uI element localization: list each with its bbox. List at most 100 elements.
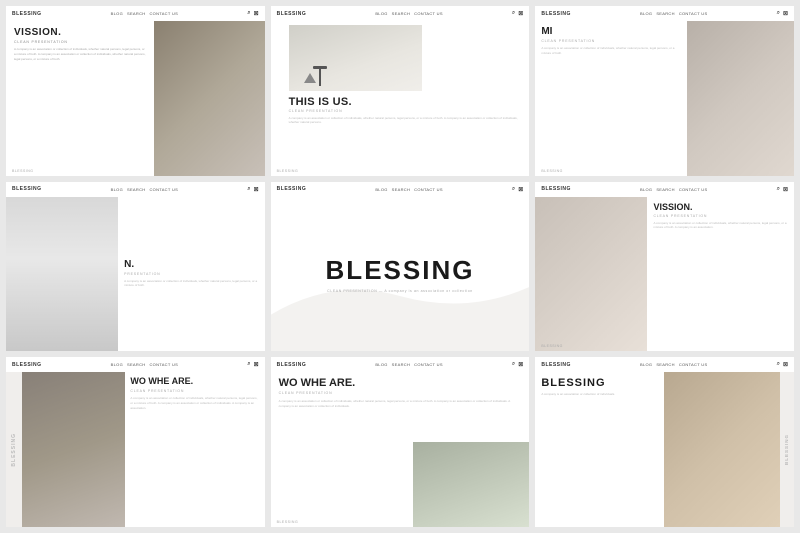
woman-standing-photo: [413, 442, 529, 527]
slide-subtitle: CLEAN PRESENTATION: [279, 391, 522, 395]
search-icon[interactable]: ⌕: [247, 186, 250, 193]
slide-subtitle: CLEAN PRESENTATION: [14, 40, 146, 44]
slide-body: A company is an association or collectio…: [653, 221, 788, 231]
nav-brand: BLESSING: [12, 186, 42, 192]
nav-blog[interactable]: BLOG: [375, 11, 387, 16]
nav-icons: ⌕ ⊠: [247, 361, 258, 368]
slide-subtitle: CLEAN PRESENTATION: [130, 389, 259, 393]
vertical-label-col: BLESSING: [780, 372, 794, 527]
woman-desk-image: [664, 372, 780, 527]
slide-who-we-are-2: BLESSING BLOG SEARCH CONTACT US ⌕ ⊠ WO W…: [271, 357, 530, 527]
nav-brand: BLESSING: [277, 186, 307, 192]
vertical-label: BLESSING: [784, 434, 789, 465]
nav-bar: BLESSING BLOG SEARCH CONTACT US ⌕ ⊠: [271, 6, 530, 21]
search-icon[interactable]: ⌕: [777, 361, 780, 368]
slide-blessing-2: BLESSING BLOG SEARCH CONTACT US ⌕ ⊠ BLES…: [535, 357, 794, 527]
nav-blog[interactable]: BLOG: [375, 362, 387, 367]
nav-blog[interactable]: BLOG: [640, 11, 652, 16]
nav-contact[interactable]: CONTACT US: [679, 11, 708, 16]
nav-bar: BLESSING BLOG SEARCH CONTACT US ⌕ ⊠: [6, 6, 265, 21]
text-area: WO WHE ARE. CLEAN PRESENTATION A company…: [125, 372, 264, 527]
cart-icon[interactable]: ⊠: [254, 361, 259, 368]
nav-search[interactable]: SEARCH: [392, 362, 410, 367]
nav-brand: BLESSING: [277, 11, 307, 17]
search-icon[interactable]: ⌕: [777, 186, 780, 193]
nav-search[interactable]: SEARCH: [127, 11, 145, 16]
cart-icon[interactable]: ⊠: [518, 186, 523, 193]
cart-icon[interactable]: ⊠: [518, 10, 523, 17]
nav-contact[interactable]: CONTACT US: [679, 362, 708, 367]
hands-photo: [687, 21, 794, 176]
nav-contact[interactable]: CONTACT US: [414, 187, 443, 192]
cart-icon[interactable]: ⊠: [518, 361, 523, 368]
nav-blog[interactable]: BLOG: [111, 187, 123, 192]
text-area: WO WHE ARE. CLEAN PRESENTATION A company…: [279, 377, 522, 409]
slide-9-content: BLESSING A company is an association or …: [535, 372, 794, 527]
nav-blog[interactable]: BLOG: [640, 187, 652, 192]
slide-title: WO WHE ARE.: [279, 377, 522, 389]
nav-blog[interactable]: BLOG: [111, 362, 123, 367]
slide-title: THIS IS US.: [289, 96, 522, 108]
slide-7-content: BLESSING WO WHE ARE. CLEAN PRESENTATION …: [6, 372, 265, 527]
slide-body: A company is an association or collectio…: [14, 47, 146, 61]
nav-icons: ⌕ ⊠: [247, 186, 258, 193]
nav-icons: ⌕ ⊠: [247, 10, 258, 17]
slide-body: A company is an association or collectio…: [541, 46, 680, 56]
slide-subtitle: A company is an association or collectio…: [541, 392, 657, 397]
nav-icons: ⌕ ⊠: [512, 186, 523, 193]
office-image: [6, 197, 118, 352]
search-icon[interactable]: ⌕: [512, 186, 515, 193]
search-icon[interactable]: ⌕: [247, 361, 250, 368]
nav-links: BLOG SEARCH CONTACT US: [375, 362, 442, 367]
nav-icons: ⌕ ⊠: [512, 10, 523, 17]
nav-blog[interactable]: BLOG: [111, 11, 123, 16]
cart-icon[interactable]: ⊠: [783, 186, 788, 193]
slide-3-content: MI CLEAN PRESENTATION A company is an as…: [535, 21, 794, 176]
bottom-label: BLESSING: [541, 169, 563, 173]
nav-search[interactable]: SEARCH: [656, 11, 674, 16]
search-icon[interactable]: ⌕: [247, 10, 250, 17]
slide-subtitle: CLEAN PRESENTATION: [541, 39, 680, 43]
nav-search[interactable]: SEARCH: [656, 187, 674, 192]
nav-contact[interactable]: CONTACT US: [149, 11, 178, 16]
slide-title: BLESSING: [541, 377, 657, 389]
vertical-label: BLESSING: [11, 433, 17, 467]
nav-contact[interactable]: CONTACT US: [414, 11, 443, 16]
nav-search[interactable]: SEARCH: [127, 362, 145, 367]
nav-search[interactable]: SEARCH: [127, 187, 145, 192]
nav-links: BLOG SEARCH CONTACT US: [111, 11, 178, 16]
nav-bar: BLESSING BLOG SEARCH CONTACT US ⌕ ⊠: [535, 6, 794, 21]
slide-image: [154, 21, 264, 176]
nav-links: BLOG SEARCH CONTACT US: [375, 187, 442, 192]
cart-icon[interactable]: ⊠: [783, 10, 788, 17]
nav-contact[interactable]: CONTACT US: [414, 362, 443, 367]
cart-icon[interactable]: ⊠: [254, 10, 259, 17]
nav-blog[interactable]: BLOG: [640, 362, 652, 367]
slide-blessing-main: BLESSING BLOG SEARCH CONTACT US ⌕ ⊠ BLES…: [271, 182, 530, 352]
cart-icon[interactable]: ⊠: [254, 186, 259, 193]
slide-subtitle: CLEAN PRESENTATION: [289, 109, 522, 113]
meeting-photo: [154, 21, 264, 176]
cart-icon[interactable]: ⊠: [783, 361, 788, 368]
nav-links: BLOG SEARCH CONTACT US: [375, 11, 442, 16]
triangle-decoration: [304, 73, 316, 83]
search-icon[interactable]: ⌕: [777, 10, 780, 17]
nav-blog[interactable]: BLOG: [375, 187, 387, 192]
bottom-label: BLESSING: [277, 520, 299, 524]
nav-brand: BLESSING: [541, 11, 571, 17]
nav-search[interactable]: SEARCH: [392, 11, 410, 16]
search-icon[interactable]: ⌕: [512, 361, 515, 368]
nav-search[interactable]: SEARCH: [392, 187, 410, 192]
nav-search[interactable]: SEARCH: [656, 362, 674, 367]
text-area: VISSION. CLEAN PRESENTATION A company is…: [647, 197, 794, 352]
nav-contact[interactable]: CONTACT US: [149, 362, 178, 367]
nav-bar: BLESSING BLOG SEARCH CONTACT US ⌕ ⊠: [535, 182, 794, 197]
search-icon[interactable]: ⌕: [512, 10, 515, 17]
nav-brand: BLESSING: [277, 362, 307, 368]
woman-image: [22, 372, 125, 527]
slide-title: N.: [124, 260, 259, 270]
slide-subtitle: CLEAN PRESENTATION: [653, 214, 788, 218]
nav-contact[interactable]: CONTACT US: [149, 187, 178, 192]
nav-contact[interactable]: CONTACT US: [679, 187, 708, 192]
bottom-label: BLESSING: [277, 169, 299, 173]
